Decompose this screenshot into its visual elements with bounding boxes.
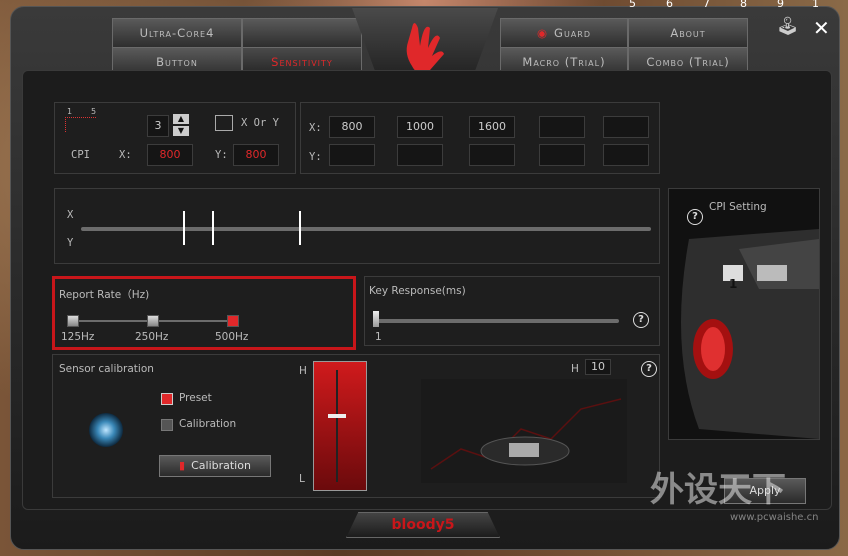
cpi-y-label: Y: bbox=[215, 149, 228, 161]
h-value-input[interactable]: 10 bbox=[585, 359, 611, 375]
calibration-graph-icon bbox=[421, 379, 627, 483]
cpi-table: X: Y: 800 1000 1600 bbox=[300, 102, 660, 174]
level-input[interactable]: 3 bbox=[147, 115, 169, 137]
top-number: 7 bbox=[703, 0, 710, 10]
cpi-x-1[interactable]: 800 bbox=[329, 116, 375, 138]
calibration-checkbox[interactable] bbox=[161, 419, 173, 431]
tab-guard[interactable]: ◉ Guard bbox=[500, 18, 628, 48]
cpi-slider-panel: X Y bbox=[54, 188, 660, 264]
level-stepper[interactable]: ▲ ▼ bbox=[173, 114, 189, 136]
l-label: L bbox=[299, 473, 305, 485]
rate-thumb-125[interactable] bbox=[67, 315, 79, 327]
cpi-setting-badge: 1 bbox=[729, 277, 738, 291]
level-min: 1 bbox=[67, 107, 73, 116]
help-icon[interactable]: ? bbox=[687, 209, 703, 225]
height-slider[interactable] bbox=[313, 361, 367, 491]
preset-label: Preset bbox=[179, 392, 212, 404]
height-slider-track bbox=[336, 370, 338, 482]
table-y-label: Y: bbox=[309, 151, 322, 163]
bottom-logo: bloody5 bbox=[346, 512, 500, 538]
cpi-x-label: X: bbox=[119, 149, 132, 161]
cpi-y-2[interactable] bbox=[397, 144, 443, 166]
level-max: 5 bbox=[91, 107, 97, 116]
sensor-title: Sensor calibration bbox=[59, 363, 154, 375]
sensor-icon bbox=[89, 413, 123, 447]
cpi-y-3[interactable] bbox=[469, 144, 515, 166]
calibration-button[interactable]: ▮ Calibration bbox=[159, 455, 271, 477]
report-rate-panel: Report Rate（Hz) 125Hz 250Hz 500Hz bbox=[52, 276, 356, 350]
watermark-url: www.pcwaishe.cn bbox=[730, 512, 819, 523]
cpi-slider-marker[interactable] bbox=[212, 211, 214, 245]
cpi-label: CPI bbox=[71, 149, 90, 161]
tab-about[interactable]: About bbox=[628, 18, 748, 48]
rate-label-250: 250Hz bbox=[135, 331, 169, 343]
cpi-setting-panel: ? CPI Setting 1 bbox=[668, 188, 820, 440]
report-rate-title: Report Rate（Hz) bbox=[59, 289, 150, 301]
bloody-window: 5 6 7 8 9 1 Ultra-Core4 Button Sensitivi… bbox=[0, 0, 848, 556]
key-response-track[interactable] bbox=[375, 319, 619, 323]
key-response-thumb[interactable] bbox=[373, 311, 379, 327]
cpi-y-4[interactable] bbox=[539, 144, 585, 166]
key-response-value: 1 bbox=[375, 331, 382, 343]
watermark-text: 外设天下 bbox=[650, 470, 786, 510]
cpi-y-input[interactable]: 800 bbox=[233, 144, 279, 166]
key-response-title: Key Response(ms) bbox=[369, 285, 466, 297]
help-icon[interactable]: ? bbox=[641, 361, 657, 377]
joystick-icon[interactable]: 🕹 bbox=[776, 16, 799, 37]
key-response-panel: Key Response(ms) 1 ? bbox=[364, 276, 660, 346]
top-number: 9 bbox=[777, 0, 784, 10]
height-slider-thumb[interactable] bbox=[328, 414, 346, 418]
rate-thumb-250[interactable] bbox=[147, 315, 159, 327]
cpi-x-3[interactable]: 1600 bbox=[469, 116, 515, 138]
level-grid-icon bbox=[65, 117, 96, 132]
tab-blank bbox=[242, 18, 362, 48]
sensor-panel: Sensor calibration Preset Calibration ▮ C… bbox=[52, 354, 660, 498]
cpi-y-1[interactable] bbox=[329, 144, 375, 166]
cpi-x-4[interactable] bbox=[539, 116, 585, 138]
alarm-icon: ◉ bbox=[536, 26, 549, 40]
up-arrow-icon[interactable]: ▲ bbox=[173, 114, 189, 124]
top-number: 5 bbox=[629, 0, 636, 10]
rate-label-125: 125Hz bbox=[61, 331, 95, 343]
h-value-label: H bbox=[571, 363, 579, 375]
table-x-label: X: bbox=[309, 122, 322, 134]
slider-y-label: Y bbox=[67, 237, 74, 249]
top-number: 6 bbox=[666, 0, 673, 10]
x-or-y-label: X Or Y bbox=[241, 117, 279, 129]
calibration-icon: ▮ bbox=[179, 459, 186, 472]
cpi-slider-marker[interactable] bbox=[299, 211, 301, 245]
cpi-panel: 1 5 3 ▲ ▼ X Or Y CPI X: 800 Y: 800 bbox=[54, 102, 296, 174]
x-or-y-checkbox[interactable] bbox=[215, 115, 233, 131]
rate-thumb-500[interactable] bbox=[227, 315, 239, 327]
cpi-x-5[interactable] bbox=[603, 116, 649, 138]
top-number: 8 bbox=[740, 0, 747, 10]
h-label: H bbox=[299, 365, 307, 377]
cpi-slider-marker[interactable] bbox=[183, 211, 185, 245]
cpi-x-input[interactable]: 800 bbox=[147, 144, 193, 166]
rate-label-500: 500Hz bbox=[215, 331, 249, 343]
close-icon[interactable]: ✕ bbox=[813, 16, 830, 40]
cpi-x-2[interactable]: 1000 bbox=[397, 116, 443, 138]
tab-ultra-core[interactable]: Ultra-Core4 bbox=[112, 18, 242, 48]
help-icon[interactable]: ? bbox=[633, 312, 649, 328]
calibration-label: Calibration bbox=[179, 418, 237, 430]
cpi-setting-title: CPI Setting bbox=[709, 201, 767, 213]
slider-x-label: X bbox=[67, 209, 74, 221]
mouse-illustration-icon bbox=[681, 229, 819, 439]
cpi-slider-track[interactable] bbox=[81, 227, 651, 231]
cpi-y-5[interactable] bbox=[603, 144, 649, 166]
top-number: 1 bbox=[812, 0, 819, 10]
down-arrow-icon[interactable]: ▼ bbox=[173, 126, 189, 136]
preset-checkbox[interactable] bbox=[161, 393, 173, 405]
